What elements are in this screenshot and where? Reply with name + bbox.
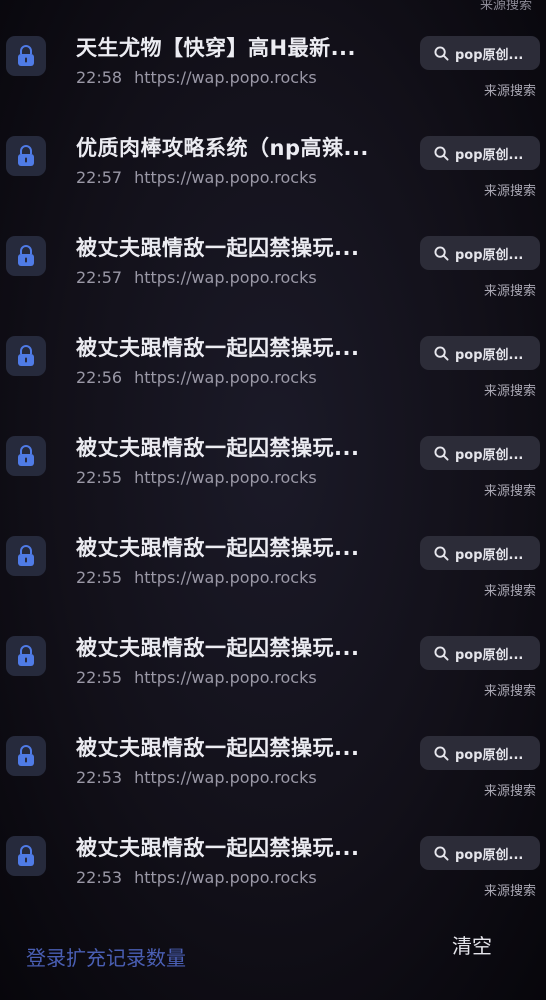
history-item-meta: 22:55 https://wap.popo.rocks: [76, 468, 317, 487]
history-item-title: 被丈夫跟情敌一起囚禁操玩...: [76, 336, 360, 360]
search-source-button-label: pop原创...: [455, 847, 524, 863]
lock-app-icon: [6, 736, 46, 776]
search-source-button[interactable]: pop原创...: [420, 836, 540, 870]
lock-app-icon: [6, 836, 46, 876]
search-source-button-label: pop原创...: [455, 347, 524, 363]
source-search-label[interactable]: 来源搜索: [484, 680, 536, 699]
search-source-button-label: pop原创...: [455, 547, 524, 563]
history-item-time: 22:55: [76, 668, 123, 687]
search-icon: [434, 745, 449, 761]
search-source-button-label: pop原创...: [455, 447, 524, 463]
history-item-title: 被丈夫跟情敌一起囚禁操玩...: [76, 736, 360, 760]
history-item-title: 被丈夫跟情敌一起囚禁操玩...: [76, 236, 360, 260]
search-icon: [434, 145, 449, 161]
search-source-button[interactable]: pop原创...: [420, 136, 540, 170]
search-source-button[interactable]: pop原创...: [420, 36, 540, 70]
lock-app-icon: [6, 236, 46, 276]
source-search-label[interactable]: 来源搜索: [484, 380, 536, 399]
history-item-url: https://wap.popo.rocks: [134, 368, 317, 387]
search-icon: [434, 645, 449, 661]
search-icon: [434, 545, 449, 561]
search-source-button-label: pop原创...: [455, 647, 524, 663]
lock-app-icon: [6, 36, 46, 76]
history-item-meta: 22:58 https://wap.popo.rocks: [76, 68, 317, 87]
history-item-title: 天生尤物【快穿】高H最新...: [76, 36, 357, 60]
history-item-time: 22:57: [76, 268, 123, 287]
source-search-label[interactable]: 来源搜索: [484, 480, 536, 499]
search-source-button[interactable]: pop原创...: [420, 236, 540, 270]
source-search-label[interactable]: 来源搜索: [484, 780, 536, 799]
search-icon: [434, 845, 449, 861]
search-source-button[interactable]: pop原创...: [420, 536, 540, 570]
history-item-title: 优质肉棒攻略系统（np高辣...: [76, 136, 369, 160]
source-search-label[interactable]: 来源搜索: [484, 880, 536, 899]
search-source-button-label: pop原创...: [455, 747, 524, 763]
history-item-url: https://wap.popo.rocks: [134, 768, 317, 787]
history-item-time: 22:53: [76, 868, 123, 887]
search-source-button[interactable]: pop原创...: [420, 436, 540, 470]
history-item-url: https://wap.popo.rocks: [134, 868, 317, 887]
lock-app-icon: [6, 636, 46, 676]
history-item-time: 22:58: [76, 68, 123, 87]
history-item-time: 22:57: [76, 168, 123, 187]
clear-history-button[interactable]: 清空: [452, 930, 492, 959]
history-item-time: 22:55: [76, 468, 123, 487]
search-source-button[interactable]: pop原创...: [420, 636, 540, 670]
search-source-button-label: pop原创...: [455, 147, 524, 163]
history-item-url: https://wap.popo.rocks: [134, 568, 317, 587]
history-item-meta: 22:57 https://wap.popo.rocks: [76, 268, 317, 287]
lock-app-icon: [6, 436, 46, 476]
search-icon: [434, 245, 449, 261]
search-source-button[interactable]: pop原创...: [420, 736, 540, 770]
history-item[interactable]: 被丈夫跟情敌一起囚禁操玩... 22:55 https://wap.popo.ro…: [0, 622, 546, 722]
source-search-label[interactable]: 来源搜索: [484, 280, 536, 299]
history-item[interactable]: 被丈夫跟情敌一起囚禁操玩... 22:53 https://wap.popo.ro…: [0, 822, 546, 922]
history-item-title: 被丈夫跟情敌一起囚禁操玩...: [76, 436, 360, 460]
history-item-meta: 22:53 https://wap.popo.rocks: [76, 768, 317, 787]
login-expand-records-link[interactable]: 登录扩充记录数量: [26, 942, 186, 971]
history-item-meta: 22:55 https://wap.popo.rocks: [76, 668, 317, 687]
lock-app-icon: [6, 336, 46, 376]
history-item[interactable]: 被丈夫跟情敌一起囚禁操玩... 22:53 https://wap.popo.ro…: [0, 722, 546, 822]
history-item-time: 22:53: [76, 768, 123, 787]
history-item[interactable]: 被丈夫跟情敌一起囚禁操玩... 22:57 https://wap.popo.ro…: [0, 222, 546, 322]
source-search-label[interactable]: 来源搜索: [484, 180, 536, 199]
history-item-url: https://wap.popo.rocks: [134, 168, 317, 187]
history-item-url: https://wap.popo.rocks: [134, 468, 317, 487]
history-item-time: 22:56: [76, 368, 123, 387]
search-icon: [434, 345, 449, 361]
search-icon: [434, 445, 449, 461]
search-icon: [434, 45, 449, 61]
history-item[interactable]: 被丈夫跟情敌一起囚禁操玩... 22:55 https://wap.popo.ro…: [0, 422, 546, 522]
history-item[interactable]: 天生尤物【快穿】高H最新... 22:58 https://wap.popo.ro…: [0, 22, 546, 122]
history-item-title: 被丈夫跟情敌一起囚禁操玩...: [76, 836, 360, 860]
history-footer: 登录扩充记录数量 清空: [0, 920, 546, 1000]
history-item-title: 被丈夫跟情敌一起囚禁操玩...: [76, 636, 360, 660]
history-list: 天生尤物【快穿】高H最新... 22:58 https://wap.popo.ro…: [0, 0, 546, 940]
search-source-button-label: pop原创...: [455, 47, 524, 63]
history-item-url: https://wap.popo.rocks: [134, 668, 317, 687]
source-search-label[interactable]: 来源搜索: [484, 580, 536, 599]
history-item-meta: 22:57 https://wap.popo.rocks: [76, 168, 317, 187]
lock-app-icon: [6, 136, 46, 176]
history-item[interactable]: 被丈夫跟情敌一起囚禁操玩... 22:56 https://wap.popo.ro…: [0, 322, 546, 422]
lock-app-icon: [6, 536, 46, 576]
history-item-title: 被丈夫跟情敌一起囚禁操玩...: [76, 536, 360, 560]
search-source-button-label: pop原创...: [455, 247, 524, 263]
history-item-url: https://wap.popo.rocks: [134, 68, 317, 87]
source-search-label[interactable]: 来源搜索: [484, 80, 536, 99]
search-source-button[interactable]: pop原创...: [420, 336, 540, 370]
history-item[interactable]: 被丈夫跟情敌一起囚禁操玩... 22:55 https://wap.popo.ro…: [0, 522, 546, 622]
history-item-time: 22:55: [76, 568, 123, 587]
history-item[interactable]: 优质肉棒攻略系统（np高辣... 22:57 https://wap.popo.r…: [0, 122, 546, 222]
history-item-meta: 22:53 https://wap.popo.rocks: [76, 868, 317, 887]
history-item-meta: 22:55 https://wap.popo.rocks: [76, 568, 317, 587]
history-item-url: https://wap.popo.rocks: [134, 268, 317, 287]
history-item-meta: 22:56 https://wap.popo.rocks: [76, 368, 317, 387]
